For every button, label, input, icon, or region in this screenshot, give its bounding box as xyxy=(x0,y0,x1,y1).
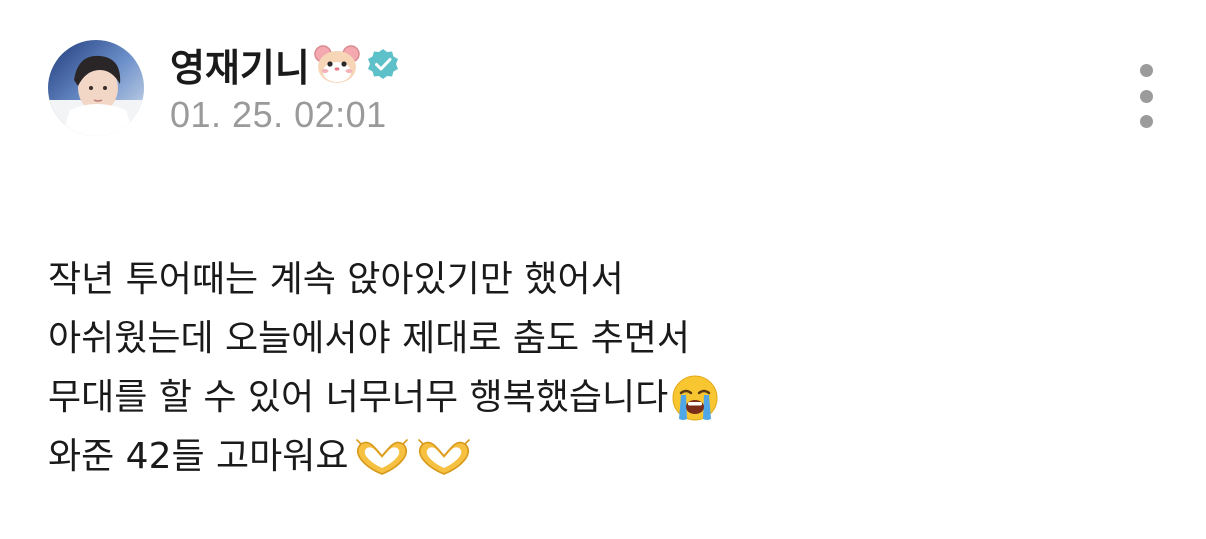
author-name-row: 영재기니 xyxy=(170,40,400,90)
heart-hands-icon xyxy=(353,437,411,477)
hamster-face-icon xyxy=(314,44,360,84)
post-text: 작년 투어때는 계속 앉아있기만 했어서 xyxy=(48,259,624,300)
more-options-button[interactable] xyxy=(1126,64,1166,128)
post-body-line: 와준 42들 고마워요 xyxy=(48,427,720,486)
avatar[interactable] xyxy=(48,40,144,136)
loudly-crying-face-icon xyxy=(670,373,720,423)
author-meta: 영재기니 01. 25. 02:01 xyxy=(170,40,400,136)
post-timestamp: 01. 25. 02:01 xyxy=(170,94,387,135)
vertical-ellipsis-icon xyxy=(1139,64,1153,77)
heart-hands-icon xyxy=(415,437,473,477)
post-body-line: 아쉬웠는데 오늘에서야 제대로 춤도 추면서 xyxy=(48,309,720,368)
avatar-image xyxy=(48,40,144,136)
verified-check-icon xyxy=(366,47,400,81)
post-card: 영재기니 01. 25. 02:01 작년 투어때는 계속 앉아있기만 했어서 … xyxy=(0,0,1206,539)
vertical-ellipsis-icon xyxy=(1139,89,1153,103)
post-body-line: 작년 투어때는 계속 앉아있기만 했어서 xyxy=(48,250,720,309)
post-text: 와준 42들 고마워요 xyxy=(48,436,349,477)
post-body: 작년 투어때는 계속 앉아있기만 했어서 아쉬웠는데 오늘에서야 제대로 춤도 … xyxy=(48,250,720,486)
post-header: 영재기니 01. 25. 02:01 xyxy=(48,40,400,136)
author-name[interactable]: 영재기니 xyxy=(170,37,310,92)
post-text: 아쉬웠는데 오늘에서야 제대로 춤도 추면서 xyxy=(48,318,690,359)
post-body-line: 무대를 할 수 있어 너무너무 행복했습니다 xyxy=(48,368,720,427)
vertical-ellipsis-icon xyxy=(1139,115,1153,128)
post-text: 무대를 할 수 있어 너무너무 행복했습니다 xyxy=(48,377,669,418)
